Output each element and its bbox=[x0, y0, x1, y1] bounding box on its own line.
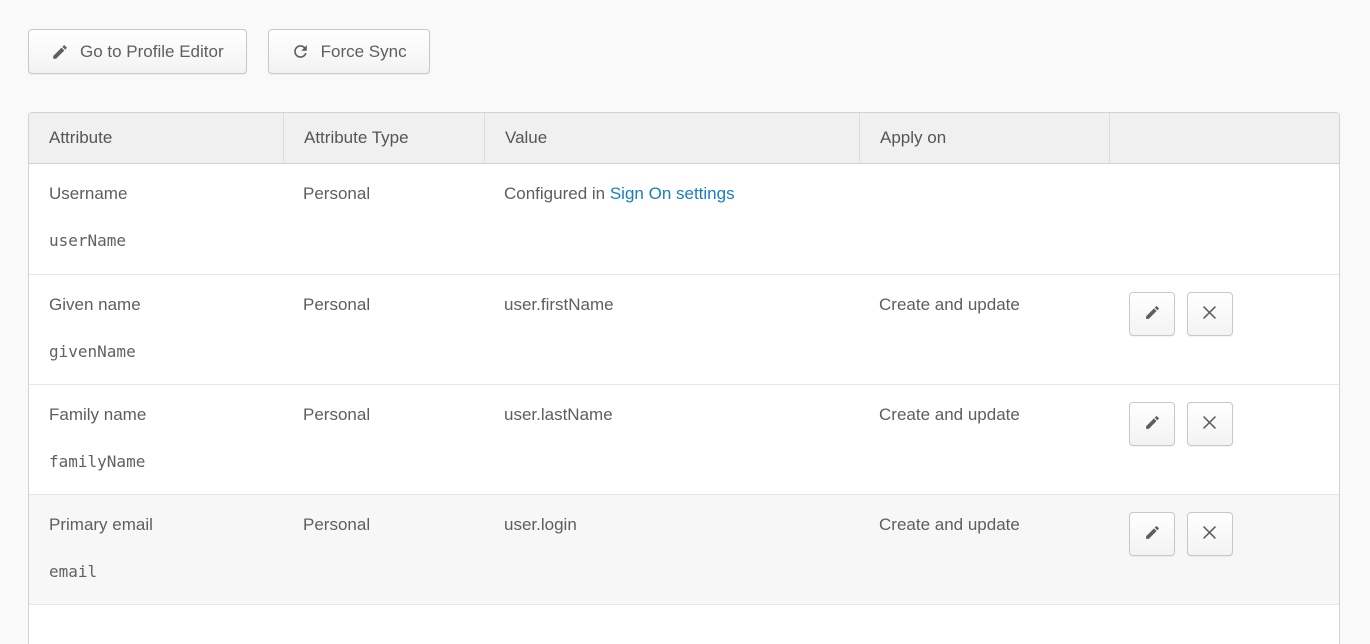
toolbar: Go to Profile Editor Force Sync bbox=[28, 29, 1370, 74]
edit-attribute-button[interactable] bbox=[1129, 512, 1175, 556]
force-sync-button[interactable]: Force Sync bbox=[268, 29, 430, 74]
attribute-variable-name: familyName bbox=[49, 452, 263, 471]
sign-on-settings-link[interactable]: Sign On settings bbox=[610, 184, 735, 203]
attribute-label: Given name bbox=[49, 295, 263, 315]
pencil-icon bbox=[51, 43, 69, 61]
table-row-partial bbox=[29, 604, 1339, 644]
header-attribute: Attribute bbox=[29, 113, 283, 164]
attribute-mappings-table: Attribute Attribute Type Value Apply on … bbox=[29, 113, 1339, 644]
pencil-icon bbox=[1144, 304, 1161, 324]
table-row-username: Username userName Personal Configured in… bbox=[29, 164, 1339, 274]
attribute-variable-name: email bbox=[49, 562, 263, 581]
header-value: Value bbox=[484, 113, 859, 164]
table-row-primary-email: Primary email email Personal user.login … bbox=[29, 494, 1339, 604]
apply-on-value: Create and update bbox=[859, 494, 1109, 604]
value-text: user.login bbox=[484, 494, 859, 604]
header-apply-on: Apply on bbox=[859, 113, 1109, 164]
attribute-mappings-card: Attribute Attribute Type Value Apply on … bbox=[28, 112, 1340, 644]
attribute-type: Personal bbox=[283, 164, 484, 274]
close-icon bbox=[1201, 304, 1218, 324]
attribute-label: Username bbox=[49, 184, 263, 204]
close-icon bbox=[1201, 524, 1218, 544]
delete-attribute-button[interactable] bbox=[1187, 402, 1233, 446]
table-row-family-name: Family name familyName Personal user.las… bbox=[29, 384, 1339, 494]
pencil-icon bbox=[1144, 524, 1161, 544]
attribute-label: Primary email bbox=[49, 515, 263, 535]
apply-on-value bbox=[859, 164, 1109, 274]
attribute-variable-name: givenName bbox=[49, 342, 263, 361]
header-actions bbox=[1109, 113, 1339, 164]
delete-attribute-button[interactable] bbox=[1187, 512, 1233, 556]
force-sync-label: Force Sync bbox=[321, 42, 407, 62]
attribute-label: Family name bbox=[49, 405, 263, 425]
edit-attribute-button[interactable] bbox=[1129, 292, 1175, 336]
edit-attribute-button[interactable] bbox=[1129, 402, 1175, 446]
apply-on-value: Create and update bbox=[859, 274, 1109, 384]
table-header: Attribute Attribute Type Value Apply on bbox=[29, 113, 1339, 164]
refresh-icon bbox=[291, 42, 310, 61]
header-attribute-type: Attribute Type bbox=[283, 113, 484, 164]
go-to-profile-editor-button[interactable]: Go to Profile Editor bbox=[28, 29, 247, 74]
value-text: user.lastName bbox=[484, 384, 859, 494]
go-to-profile-editor-label: Go to Profile Editor bbox=[80, 42, 224, 62]
attribute-type: Personal bbox=[283, 384, 484, 494]
value-text: Configured in bbox=[504, 184, 610, 203]
table-row-given-name: Given name givenName Personal user.first… bbox=[29, 274, 1339, 384]
attribute-variable-name: userName bbox=[49, 231, 263, 250]
attribute-type: Personal bbox=[283, 494, 484, 604]
delete-attribute-button[interactable] bbox=[1187, 292, 1233, 336]
value-text: user.firstName bbox=[484, 274, 859, 384]
apply-on-value: Create and update bbox=[859, 384, 1109, 494]
close-icon bbox=[1201, 414, 1218, 434]
attribute-type: Personal bbox=[283, 274, 484, 384]
pencil-icon bbox=[1144, 414, 1161, 434]
